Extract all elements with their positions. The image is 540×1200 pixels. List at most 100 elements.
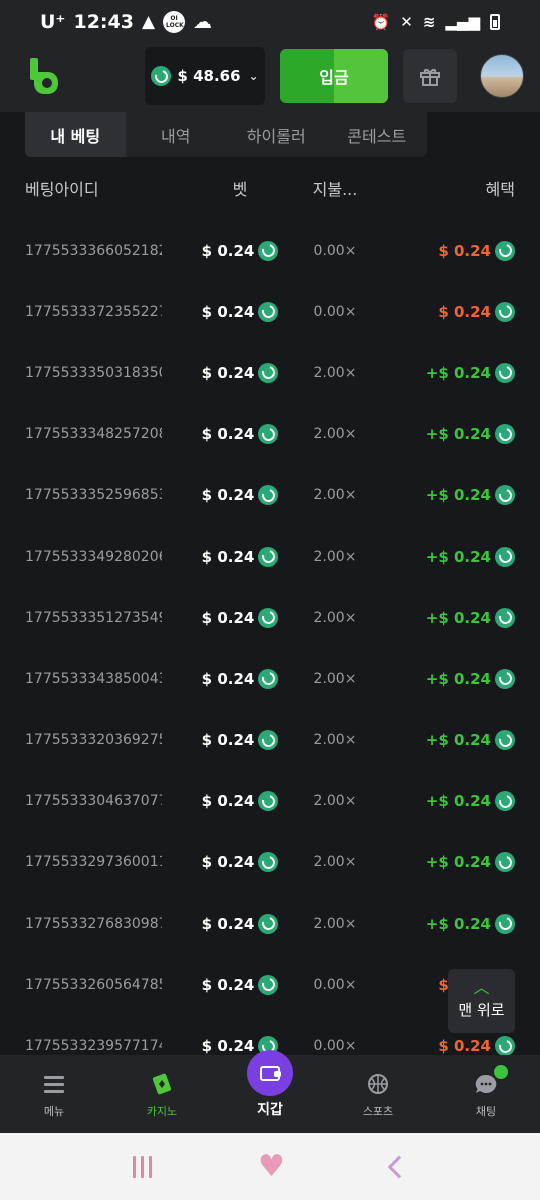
table-row[interactable]: 1775533343850043 $ 0.24 2.00× +$ 0.24 <box>25 648 515 709</box>
payout-multiplier: 2.00× <box>313 854 357 871</box>
nav-wallet[interactable]: 지갑 <box>216 1050 324 1133</box>
bc-coin-icon <box>258 668 279 689</box>
table-row[interactable]: 1775533348257208 $ 0.24 2.00× +$ 0.24 <box>25 404 515 465</box>
benefit-amount: +$ 0.24 <box>380 424 515 445</box>
table-row[interactable]: 1775533297360011 $ 0.24 2.00× +$ 0.24 <box>25 832 515 893</box>
bc-coin-icon <box>258 485 279 506</box>
header-bet-id: 베팅아이디 <box>25 180 99 199</box>
nav-chat[interactable]: 채팅 <box>432 1055 540 1133</box>
recent-apps-icon[interactable] <box>133 1155 153 1178</box>
bet-id: 1775533239577174 <box>25 1038 162 1055</box>
nav-menu[interactable]: 메뉴 <box>0 1055 108 1133</box>
casino-icon <box>152 1073 172 1095</box>
bet-amount: $ 0.24 <box>190 424 290 445</box>
menu-icon <box>44 1076 64 1093</box>
table-row[interactable]: 1775533349280206 $ 0.24 2.00× +$ 0.24 <box>25 526 515 587</box>
bet-amount: $ 0.24 <box>190 301 290 322</box>
bc-coin-icon <box>258 791 279 812</box>
benefit-amount: +$ 0.24 <box>380 791 515 812</box>
bc-coin-icon <box>495 852 515 873</box>
bc-coin-icon <box>495 730 515 751</box>
tab-my-bets[interactable]: 내 베팅 <box>25 112 126 157</box>
bc-coin-icon <box>258 913 279 934</box>
bc-coin-icon <box>258 240 279 261</box>
tab-history[interactable]: 내역 <box>126 112 227 157</box>
avatar[interactable] <box>480 54 524 98</box>
payout-multiplier: 2.00× <box>313 364 357 381</box>
bet-amount: $ 0.24 <box>190 791 290 812</box>
bc-coin-icon <box>258 301 279 322</box>
bet-id: 1775533349280206 <box>25 548 162 565</box>
bc-coin-icon <box>258 607 279 628</box>
table-row[interactable]: 1775533276830987 $ 0.24 2.00× +$ 0.24 <box>25 893 515 954</box>
bc-coin-icon <box>495 424 515 445</box>
header-bet: 벳 <box>232 180 248 199</box>
bet-id: 1775533351273549 <box>25 609 162 626</box>
bc-coin-icon <box>495 362 515 383</box>
tab-high-roller[interactable]: 하이롤러 <box>226 112 327 157</box>
cloud-icon: ☁ <box>193 11 213 33</box>
table-row[interactable]: 1775533304637077 $ 0.24 2.00× +$ 0.24 <box>25 771 515 832</box>
bc-logo-icon[interactable] <box>28 56 64 100</box>
bc-coin-icon <box>495 668 515 689</box>
table-row[interactable]: 1775533350318350 $ 0.24 2.00× +$ 0.24 <box>25 342 515 403</box>
table-row[interactable]: 1775533352596853 $ 0.24 2.00× +$ 0.24 <box>25 465 515 526</box>
bet-amount: $ 0.24 <box>190 913 290 934</box>
benefit-amount: +$ 0.24 <box>380 362 515 383</box>
gift-button[interactable] <box>403 49 457 103</box>
bet-id: 1775533297360011 <box>25 854 162 871</box>
home-icon[interactable]: ♥ <box>258 1149 285 1184</box>
benefit-amount: +$ 0.24 <box>380 668 515 689</box>
benefit-amount: +$ 0.24 <box>380 730 515 751</box>
table-row[interactable]: 1775533351273549 $ 0.24 2.00× +$ 0.24 <box>25 587 515 648</box>
nav-sports-label: 스포츠 <box>362 1105 394 1118</box>
nav-sports[interactable]: 스포츠 <box>324 1055 432 1133</box>
lock-app-icon: OI LOCK <box>163 11 186 33</box>
table-row[interactable]: 1775533366052182 $ 0.24 0.00× $ 0.24 <box>25 220 515 281</box>
deposit-button[interactable]: 입금 <box>280 49 388 103</box>
benefit-amount: +$ 0.24 <box>380 913 515 934</box>
benefit-amount: +$ 0.24 <box>380 852 515 873</box>
system-nav-bar: ♥ <box>0 1133 540 1200</box>
bet-id: 1775533348257208 <box>25 426 162 443</box>
benefit-amount: $ 0.24 <box>380 1036 515 1055</box>
bc-coin-icon <box>258 852 279 873</box>
bet-amount: $ 0.24 <box>190 362 290 383</box>
table-row[interactable]: 1775533260564785$ 0.240.00×$ 0.24 <box>25 954 515 1015</box>
back-to-top-button[interactable]: ︿ 맨 위로 <box>448 969 515 1033</box>
gift-icon <box>420 68 440 86</box>
nav-casino[interactable]: 카지노 <box>108 1055 216 1133</box>
bc-coin-icon <box>258 730 279 751</box>
table-row[interactable]: 1775533320369275 $ 0.24 2.00× +$ 0.24 <box>25 710 515 771</box>
payout-multiplier: 2.00× <box>313 426 357 443</box>
battery-icon <box>490 14 500 30</box>
app-header: $ 48.66 ⌄ 입금 <box>0 44 540 112</box>
bc-coin-icon <box>495 546 515 567</box>
bets-tabs: 내 베팅 내역 하이롤러 콘테스트 <box>25 112 427 157</box>
balance-amount: $ 48.66 <box>177 67 241 85</box>
table-row[interactable]: 1775533372355227 $ 0.24 0.00× $ 0.24 <box>25 281 515 342</box>
bet-id: 1775533372355227 <box>25 303 162 320</box>
bc-coin-icon <box>495 607 515 628</box>
back-icon[interactable] <box>387 1155 411 1178</box>
tab-contest[interactable]: 콘테스트 <box>327 112 428 157</box>
bc-coin-icon <box>258 362 279 383</box>
header-benefit: 혜택 <box>485 180 515 199</box>
benefit-amount: +$ 0.24 <box>380 546 515 567</box>
bc-coin-icon <box>495 791 515 812</box>
bet-amount: $ 0.24 <box>190 240 290 261</box>
bet-amount: $ 0.24 <box>190 730 290 751</box>
balance-selector[interactable]: $ 48.66 ⌄ <box>145 47 265 105</box>
bc-coin-icon <box>495 485 515 506</box>
bet-amount: $ 0.24 <box>190 546 290 567</box>
benefit-amount: +$ 0.24 <box>380 607 515 628</box>
payout-multiplier: 2.00× <box>313 609 357 626</box>
chevron-down-icon: ⌄ <box>248 69 259 83</box>
bet-id: 1775533343850043 <box>25 670 162 687</box>
bet-amount: $ 0.24 <box>190 974 290 995</box>
warning-icon: ▲ <box>141 12 156 32</box>
nav-chat-label: 채팅 <box>475 1105 497 1118</box>
payout-multiplier: 2.00× <box>313 670 357 687</box>
bet-amount: $ 0.24 <box>190 852 290 873</box>
bet-id: 1775533276830987 <box>25 915 162 932</box>
